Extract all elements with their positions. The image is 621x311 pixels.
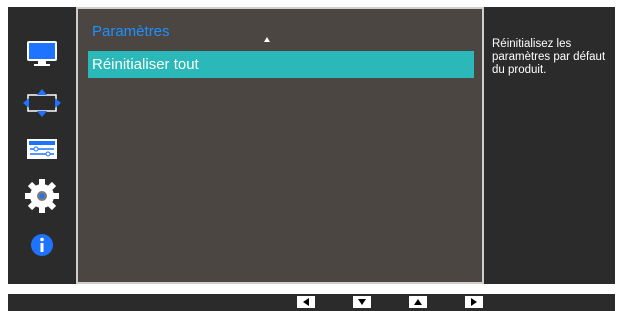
panel-title: Paramètres (92, 23, 170, 40)
help-panel: Réinitialisez les paramètres par défaut … (486, 7, 615, 284)
settings-panel: Paramètres Réinitialiser tout (76, 7, 484, 284)
scroll-up-indicator (264, 37, 270, 42)
down-arrow-icon (358, 299, 366, 305)
left-arrow-icon (303, 298, 309, 306)
up-arrow-button[interactable] (409, 296, 427, 308)
reset-all-label: Réinitialiser tout (92, 56, 199, 73)
left-arrow-button[interactable] (297, 296, 315, 308)
reset-all-item[interactable]: Réinitialiser tout (88, 51, 474, 78)
osd-window: Paramètres Réinitialiser tout Réinitiali… (8, 7, 615, 284)
bottom-control-bar (8, 294, 615, 311)
up-arrow-icon (414, 299, 422, 305)
info-icon[interactable] (22, 228, 62, 262)
screen-adjust-icon[interactable] (22, 86, 62, 120)
sidebar (8, 7, 76, 284)
monitor-icon[interactable] (22, 37, 62, 71)
right-arrow-icon (471, 298, 477, 306)
down-arrow-button[interactable] (353, 296, 371, 308)
help-text: Réinitialisez les paramètres par défaut … (492, 38, 606, 76)
picture-settings-icon[interactable] (22, 132, 62, 166)
gear-icon[interactable] (22, 179, 62, 213)
right-arrow-button[interactable] (465, 296, 483, 308)
